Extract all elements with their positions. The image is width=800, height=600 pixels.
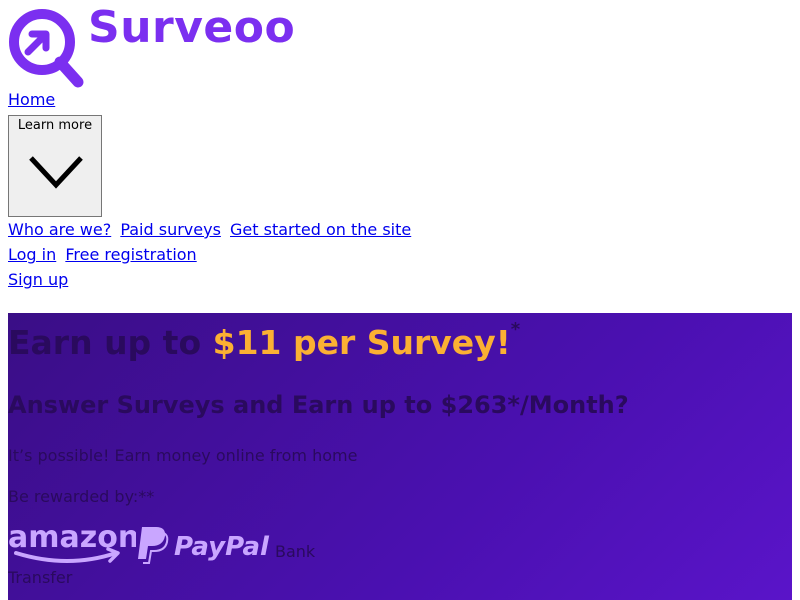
amazon-logo-text: amazon [8, 520, 136, 555]
bank-transfer-label-line1: Bank [275, 542, 316, 561]
nav-login-link[interactable]: Log in [8, 245, 56, 264]
nav-free-registration-link[interactable]: Free registration [65, 245, 196, 264]
hero-banner: Earn up to $11 per Survey!* Answer Surve… [8, 313, 792, 600]
chevron-down-icon [29, 156, 83, 189]
brand-logo[interactable]: Surveoo [8, 2, 308, 88]
hero-title-asterisk: * [510, 319, 521, 340]
reward-logos: amazon PayPal [8, 519, 408, 569]
learn-more-label: Learn more [17, 118, 93, 133]
magnifier-arrow-icon [9, 9, 84, 88]
rewards-label: Be rewarded by:** [8, 487, 155, 506]
paypal-logo-icon: PayPal [138, 527, 270, 564]
nav-get-started-link[interactable]: Get started on the site [230, 220, 411, 239]
nav-who-are-we-link[interactable]: Who are we? [8, 220, 111, 239]
hero-title-highlight: $11 per Survey! [212, 323, 511, 362]
paypal-logo-text: PayPal [174, 532, 270, 562]
bank-transfer-label-line2: Transfer [8, 568, 73, 587]
nav-home-link[interactable]: Home [8, 90, 55, 109]
hero-tagline: It’s possible! Earn money online from ho… [8, 446, 358, 465]
learn-more-button[interactable]: Learn more [8, 115, 102, 217]
brand-name: Surveoo [88, 2, 296, 53]
nav-signup-link[interactable]: Sign up [8, 270, 68, 289]
amazon-logo-icon: amazon [8, 520, 136, 563]
hero-title: Earn up to $11 per Survey!* [8, 319, 520, 362]
hero-title-prefix: Earn up to [8, 323, 202, 362]
hero-subtitle: Answer Surveys and Earn up to $263*/Mont… [8, 391, 629, 419]
nav-paid-surveys-link[interactable]: Paid surveys [120, 220, 221, 239]
